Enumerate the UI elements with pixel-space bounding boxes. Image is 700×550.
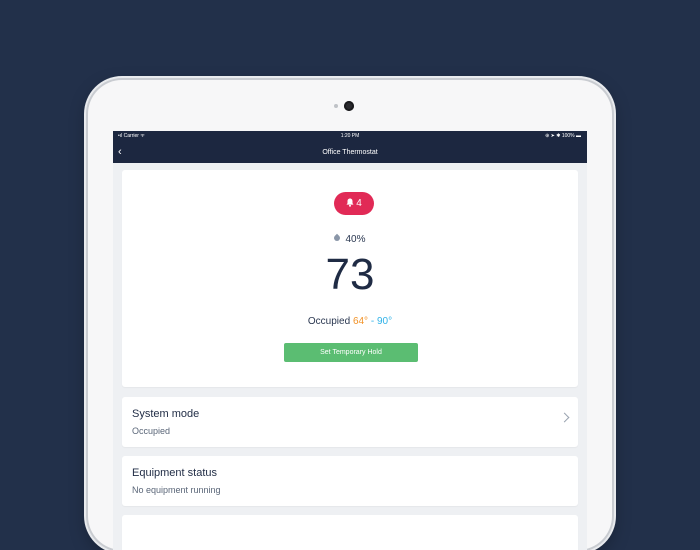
system-mode-title: System mode — [132, 408, 200, 420]
tablet-frame: •ıl Carrier ᯤ 1:20 PM ⊕ ➤ ✱ 100% ▬ ‹ Off… — [88, 80, 612, 550]
equipment-status-row: Equipment status No equipment running — [122, 456, 578, 506]
mode-label: Occupied — [307, 316, 351, 327]
set-temporary-hold-button[interactable]: Set Temporary Hold — [284, 343, 418, 362]
humidity-readout: 40% — [122, 233, 578, 245]
humidity-value: 40% — [345, 234, 366, 245]
chevron-right-icon — [559, 412, 570, 423]
alerts-badge[interactable]: 4 — [334, 192, 374, 215]
front-camera — [344, 101, 354, 111]
equipment-status-title: Equipment status — [132, 467, 217, 479]
light-sensor — [334, 104, 338, 108]
status-time: 1:20 PM — [340, 133, 360, 139]
cool-setpoint: 90° — [376, 316, 393, 327]
heat-setpoint: 64° — [352, 316, 369, 327]
nav-bar: ‹ Office Thermostat — [113, 142, 587, 163]
range-separator: - — [370, 316, 375, 327]
thermostat-card: 4 40% 73 Occupied 64° - 90° Set Temporar… — [122, 170, 578, 387]
current-temperature: 73 — [325, 250, 375, 299]
system-mode-value: Occupied — [132, 426, 171, 436]
bell-icon — [346, 198, 354, 207]
app-screen: •ıl Carrier ᯤ 1:20 PM ⊕ ➤ ✱ 100% ▬ ‹ Off… — [113, 131, 587, 550]
droplet-icon — [333, 233, 342, 243]
setpoint-range: Occupied 64° - 90° — [122, 316, 578, 327]
status-bar: •ıl Carrier ᯤ 1:20 PM ⊕ ➤ ✱ 100% ▬ — [113, 131, 587, 142]
equipment-status-value: No equipment running — [132, 485, 221, 495]
status-icons: ⊕ ➤ ✱ 100% ▬ — [545, 133, 581, 139]
next-card — [122, 515, 578, 550]
alert-count: 4 — [356, 198, 362, 209]
system-mode-row[interactable]: System mode Occupied — [122, 397, 578, 447]
page-title: Office Thermostat — [322, 149, 378, 156]
